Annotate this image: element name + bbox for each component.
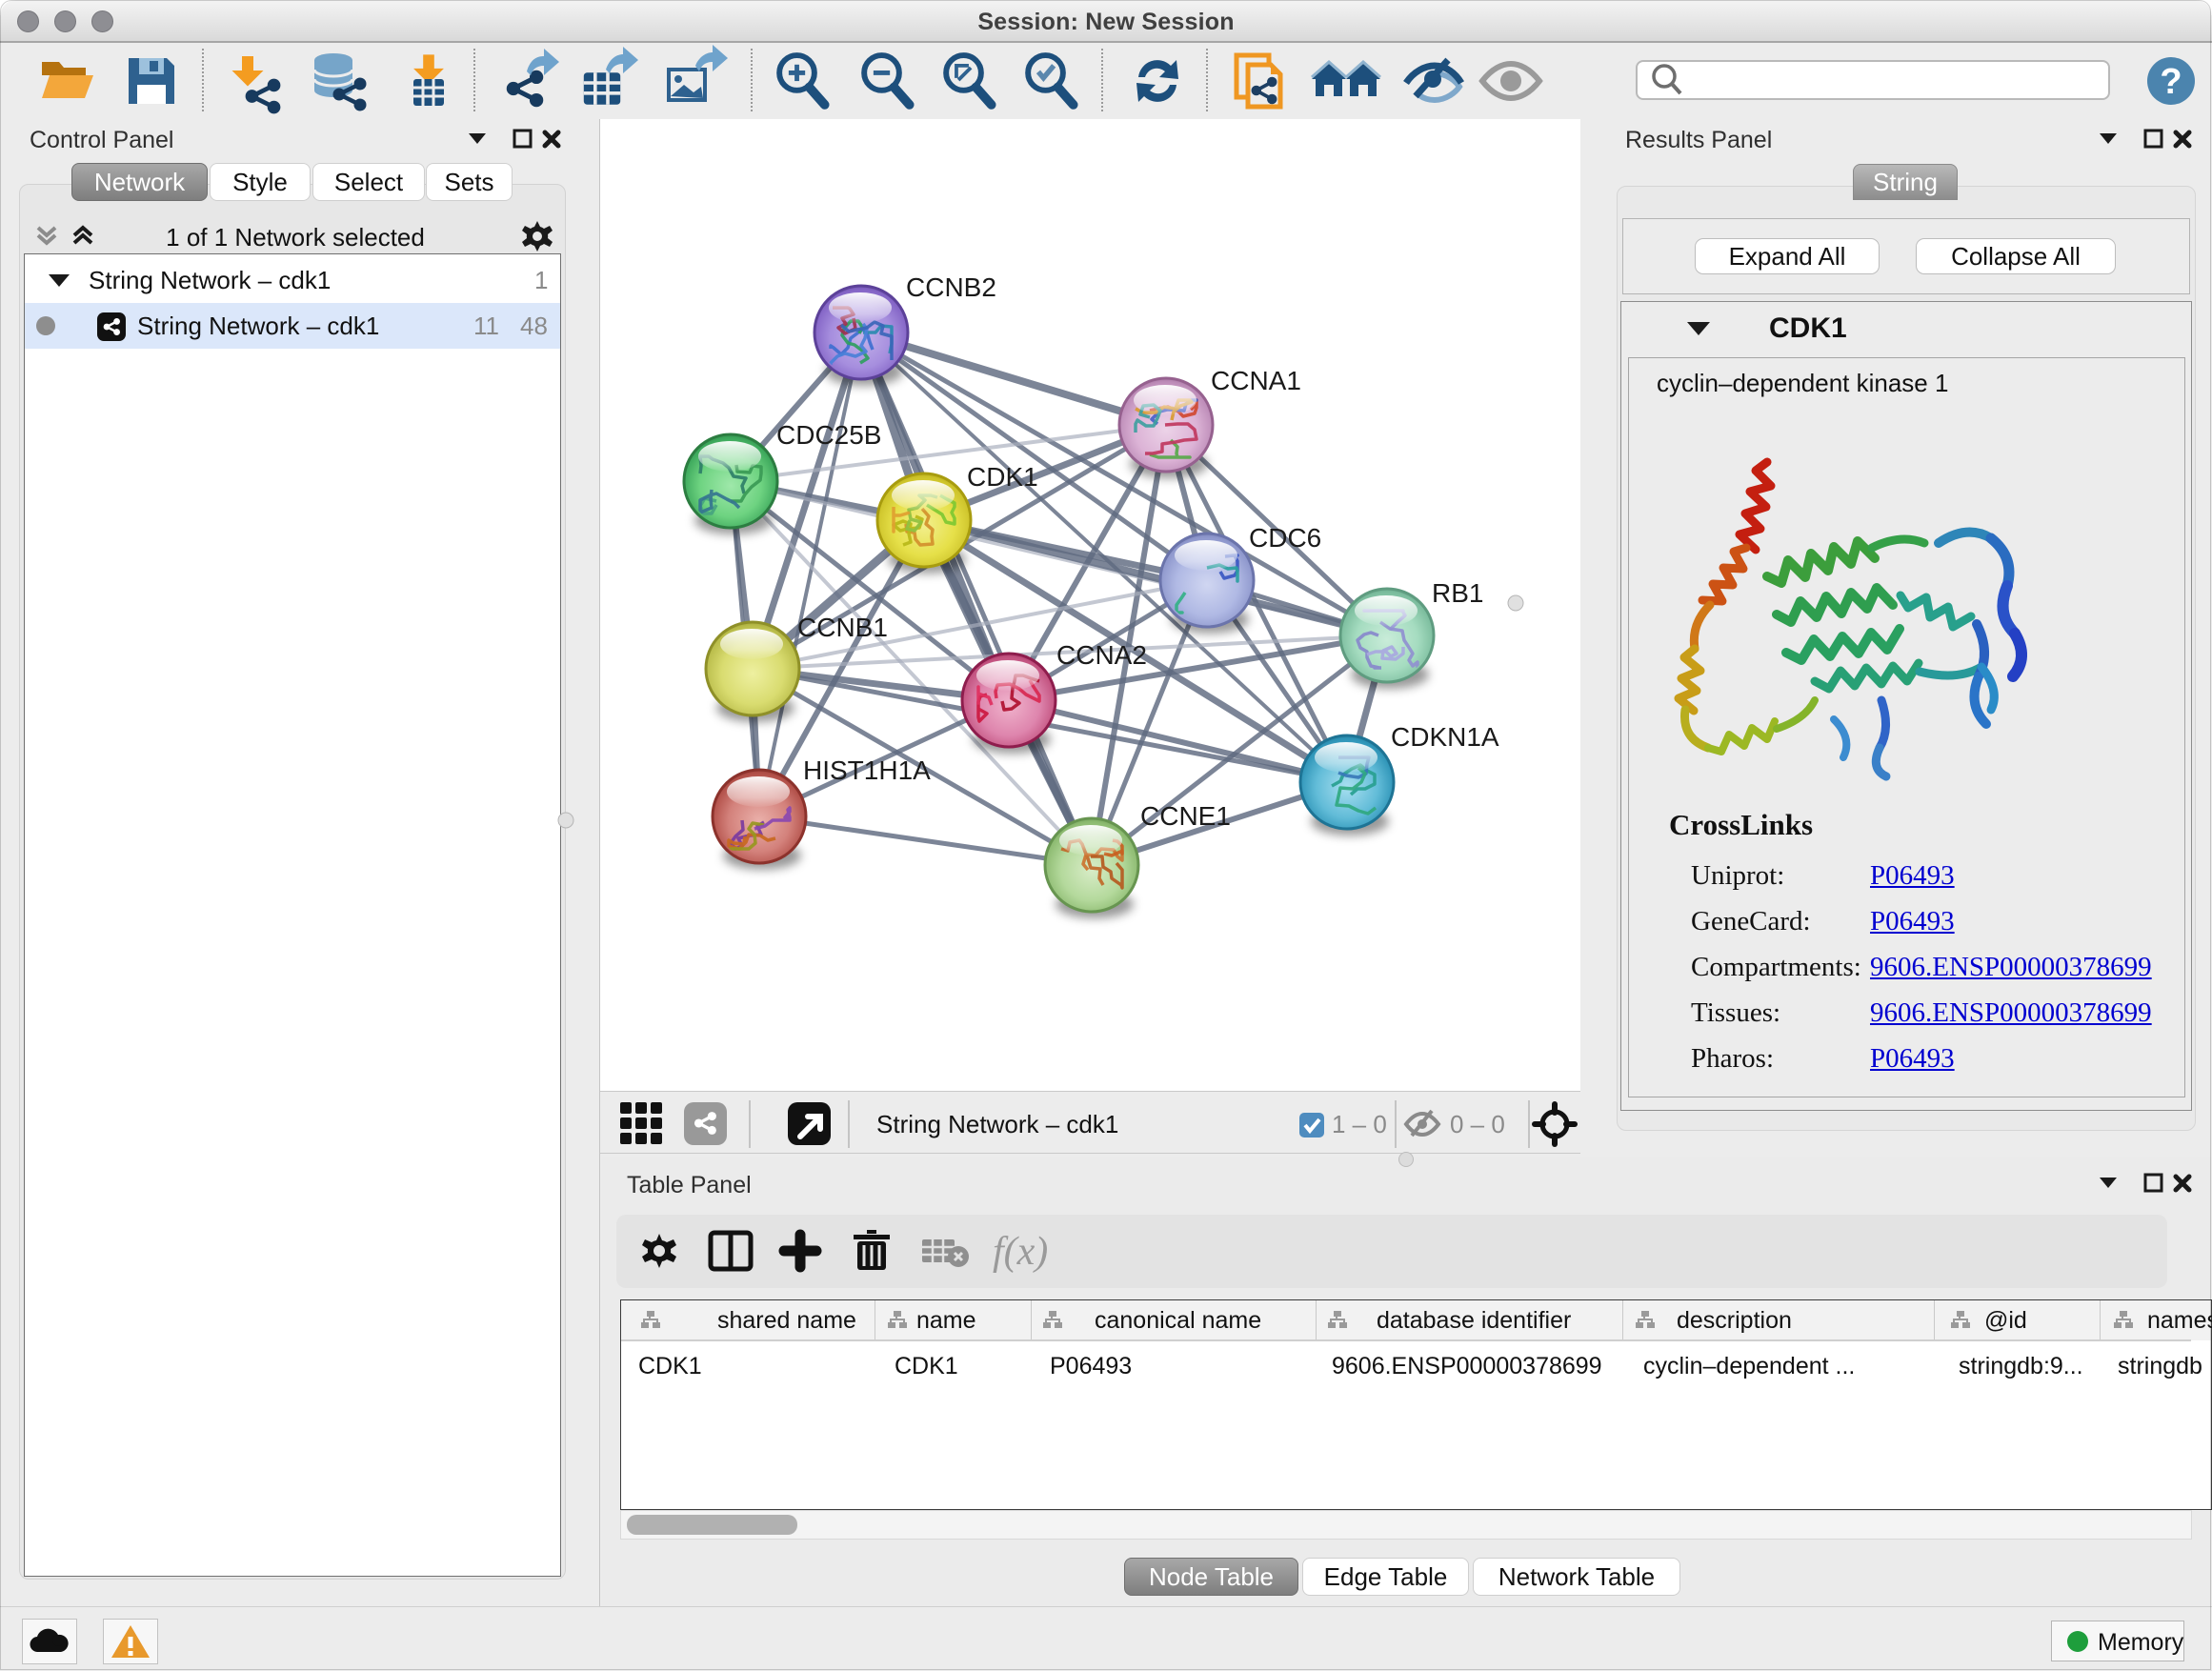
svg-text:CCNB1: CCNB1 <box>797 613 888 642</box>
svg-text:CCNA2: CCNA2 <box>1056 640 1147 670</box>
svg-text:String Network – cdk1: String Network – cdk1 <box>876 1110 1118 1138</box>
svg-text:stringdb: stringdb <box>2118 1353 2202 1379</box>
svg-text:description: description <box>1677 1307 1792 1334</box>
svg-text:0 – 0: 0 – 0 <box>1450 1110 1505 1138</box>
svg-text:CCNB2: CCNB2 <box>906 272 996 302</box>
svg-text:CDK1: CDK1 <box>967 462 1038 492</box>
svg-text:f(x): f(x) <box>993 1230 1048 1274</box>
svg-text:CDC25B: CDC25B <box>776 420 881 450</box>
svg-text:CDK1: CDK1 <box>638 1353 702 1379</box>
svg-text:database identifier: database identifier <box>1377 1307 1571 1334</box>
svg-text:1 – 0: 1 – 0 <box>1332 1110 1387 1138</box>
svg-text:9606.ENSP00000378699: 9606.ENSP00000378699 <box>1332 1353 1602 1379</box>
svg-text:stringdb:9...: stringdb:9... <box>1959 1353 2083 1379</box>
svg-text:CDC6: CDC6 <box>1249 523 1321 553</box>
svg-text:CDKN1A: CDKN1A <box>1391 722 1499 752</box>
svg-text:shared name: shared name <box>717 1307 856 1334</box>
svg-text:P06493: P06493 <box>1050 1353 1132 1379</box>
svg-text:name: name <box>916 1307 976 1334</box>
svg-text:CCNE1: CCNE1 <box>1140 801 1231 831</box>
svg-text:namespac: namespac <box>2147 1307 2212 1334</box>
svg-text:cyclin–dependent ...: cyclin–dependent ... <box>1643 1353 1855 1379</box>
svg-text:@id: @id <box>1984 1307 2027 1334</box>
svg-text:canonical name: canonical name <box>1095 1307 1261 1334</box>
svg-text:CCNA1: CCNA1 <box>1211 366 1301 395</box>
svg-text:RB1: RB1 <box>1432 578 1483 608</box>
svg-text:CDK1: CDK1 <box>895 1353 958 1379</box>
svg-text:?: ? <box>2160 62 2182 102</box>
svg-text:HIST1H1A: HIST1H1A <box>803 755 931 785</box>
